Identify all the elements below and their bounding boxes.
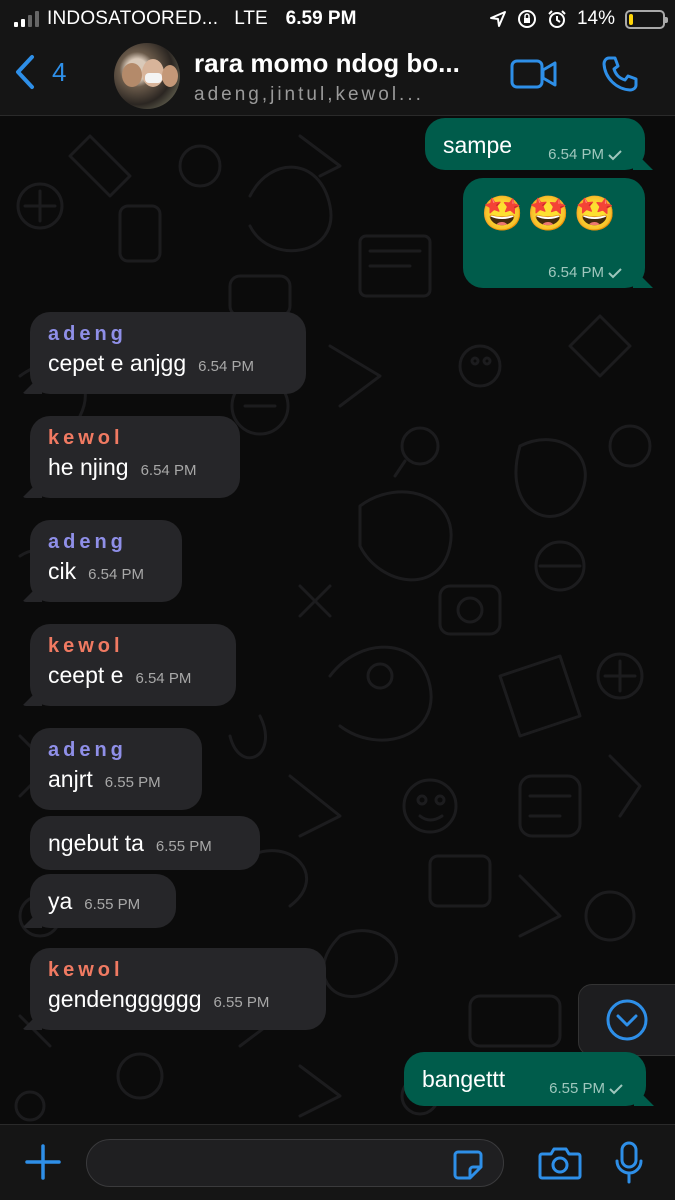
phone-icon (602, 56, 638, 92)
message-text: gendengggggg (48, 986, 202, 1012)
rotation-lock-icon (517, 10, 536, 28)
clock: 6.59 PM (285, 8, 357, 29)
message-time: 6.54 PM (548, 146, 604, 163)
video-camera-icon (510, 59, 557, 89)
battery-icon (625, 9, 668, 29)
sender-name: kewol (48, 959, 124, 981)
chevron-down-circle-icon (606, 999, 648, 1041)
back-button[interactable]: 4 (14, 54, 66, 90)
battery-percent: 14% (576, 8, 615, 29)
location-arrow-icon (489, 11, 506, 27)
unread-count: 4 (52, 56, 67, 87)
message-text: bangettt (422, 1066, 506, 1092)
video-call-button[interactable] (510, 58, 558, 95)
message-text: ngebut ta (48, 830, 144, 856)
message-text: anjrt (48, 766, 93, 792)
sender-name: adeng (48, 323, 127, 345)
sticker-button[interactable] (452, 1149, 484, 1186)
read-check-icon (608, 150, 622, 161)
compose-bar (0, 1124, 675, 1200)
message-input[interactable] (86, 1139, 504, 1187)
message-text: ceept e (48, 662, 124, 688)
sender-name: kewol (48, 635, 124, 657)
sticker-icon (453, 1150, 483, 1180)
message-time: 6.54 PM (140, 462, 197, 479)
message-time: 6.55 PM (104, 774, 161, 791)
message-time: 6.55 PM (84, 896, 141, 913)
read-check-icon (609, 1084, 623, 1095)
chat-title[interactable]: rara momo ndog bo... (194, 48, 494, 79)
message-text: cik (48, 558, 77, 584)
microphone-icon (615, 1141, 643, 1184)
sender-name: adeng (48, 531, 127, 553)
group-avatar[interactable] (114, 43, 180, 109)
message-bubble-in[interactable]: adeng cik 6.54 PM (30, 520, 182, 602)
plus-icon (25, 1144, 61, 1180)
camera-icon (538, 1147, 582, 1180)
chevron-left-icon (16, 55, 34, 89)
message-text: cepet e anjgg (48, 350, 187, 376)
network-type: LTE (234, 8, 268, 29)
message-time: 6.55 PM (549, 1080, 605, 1097)
attach-button[interactable] (24, 1143, 62, 1186)
message-text: ya (48, 888, 73, 914)
message-list[interactable]: sampe 6.54 PM 🤩🤩🤩 6.54 PM adeng cepet e … (0, 116, 675, 1124)
sender-name: kewol (48, 427, 124, 449)
scroll-to-bottom-button[interactable] (578, 984, 675, 1056)
chat-participants[interactable]: adeng,jintul,kewol... (194, 84, 494, 106)
message-text: he njing (48, 454, 129, 480)
message-bubble-in[interactable]: kewol ceept e 6.54 PM (30, 624, 236, 706)
carrier-name: INDOSATOORED... (47, 8, 219, 29)
message-bubble-in[interactable]: kewol he njing 6.54 PM (30, 416, 240, 498)
message-bubble-out[interactable]: sampe 6.54 PM (425, 118, 645, 170)
read-check-icon (608, 268, 622, 279)
message-time: 6.54 PM (88, 566, 144, 583)
voice-message-button[interactable] (614, 1141, 644, 1190)
message-time: 6.54 PM (198, 358, 254, 375)
message-emoji: 🤩🤩🤩 (481, 194, 621, 234)
message-bubble-in[interactable]: adeng cepet e anjgg 6.54 PM (30, 312, 306, 394)
message-time: 6.55 PM (155, 838, 212, 855)
chat-header: 4 rara momo ndog bo... adeng,jintul,kewo… (0, 38, 675, 116)
message-bubble-in[interactable]: adeng anjrt 6.55 PM (30, 728, 202, 810)
message-time: 6.54 PM (135, 670, 192, 687)
message-bubble-in[interactable]: ya 6.55 PM (30, 874, 176, 928)
message-bubble-out[interactable]: bangettt 6.55 PM (404, 1052, 646, 1106)
message-time: 6.54 PM (548, 264, 604, 281)
message-time: 6.55 PM (213, 994, 270, 1011)
sender-name: adeng (48, 739, 127, 761)
alarm-icon (548, 10, 566, 28)
voice-call-button[interactable] (600, 54, 640, 99)
message-bubble-in[interactable]: ngebut ta 6.55 PM (30, 816, 260, 870)
signal-strength-icon (14, 11, 39, 27)
message-bubble-in[interactable]: kewol gendengggggg 6.55 PM (30, 948, 326, 1030)
message-text: sampe (443, 132, 513, 158)
battery-level-fill (629, 13, 634, 25)
status-bar: INDOSATOORED... LTE 6.59 PM 14% (0, 0, 675, 38)
camera-button[interactable] (538, 1145, 582, 1186)
message-bubble-out[interactable]: 🤩🤩🤩 6.54 PM (463, 178, 645, 288)
